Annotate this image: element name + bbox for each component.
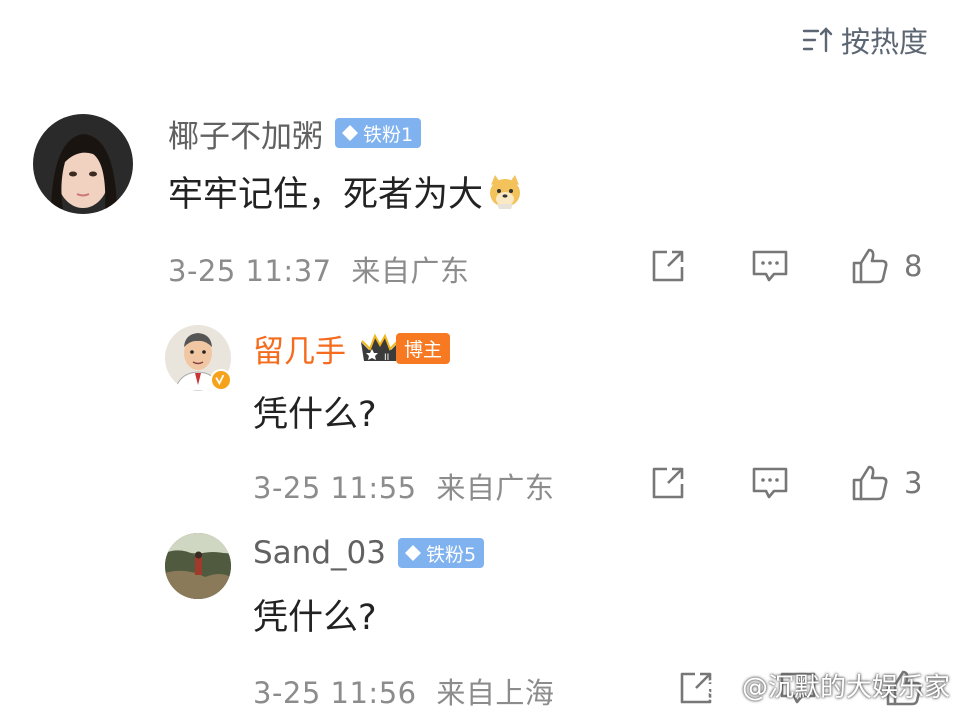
timestamp: 3-25 11:56 — [253, 676, 417, 710]
username[interactable]: Sand_03 — [253, 535, 386, 571]
fan-badge[interactable]: 铁粉5 — [397, 538, 485, 568]
like-button[interactable]: 3 — [850, 463, 922, 503]
timestamp: 3-25 11:37 — [168, 254, 332, 288]
avatar[interactable] — [165, 533, 231, 599]
share-icon — [652, 250, 684, 282]
diamond-icon — [404, 545, 421, 561]
comment-text: 凭什么? — [253, 597, 377, 638]
reply-button[interactable] — [750, 463, 790, 503]
doge-emoji-icon — [490, 175, 521, 209]
diamond-icon — [342, 125, 358, 141]
comment-meta: 3-25 11:56 来自上海 — [253, 670, 554, 712]
comment-text: 凭什么? — [253, 394, 377, 435]
thumbs-up-icon — [852, 465, 888, 501]
share-button[interactable] — [648, 463, 688, 503]
location: 来自上海 — [436, 676, 555, 710]
location: 来自广东 — [436, 471, 555, 505]
host-badge[interactable]: II 博主 — [358, 332, 451, 364]
comment-icon — [752, 250, 788, 282]
timestamp: 3-25 11:55 — [253, 471, 417, 505]
share-icon — [652, 467, 684, 499]
fan-badge[interactable]: 铁粉1 — [335, 118, 422, 148]
comment-meta: 3-25 11:37 来自广东 — [168, 248, 469, 290]
like-button[interactable]: 8 — [850, 246, 922, 286]
sort-icon — [802, 27, 833, 53]
avatar[interactable] — [33, 114, 133, 214]
verified-badge-icon — [210, 369, 232, 391]
username[interactable]: 椰子不加粥 — [168, 111, 323, 156]
like-count: 3 — [904, 466, 923, 500]
like-count: 8 — [904, 249, 923, 283]
sort-by-heat-button[interactable]: 按热度 — [801, 22, 928, 59]
comment-meta: 3-25 11:55 来自广东 — [253, 465, 554, 507]
weibo-logo-icon — [698, 673, 734, 700]
comment-text: 牢牢记住，死者为大 — [168, 166, 525, 216]
reply-button[interactable] — [750, 246, 790, 286]
comment-icon — [752, 467, 788, 499]
watermark: @沉默的大娱乐家 — [698, 667, 950, 704]
crown-level: II — [384, 353, 389, 363]
location: 来自广东 — [351, 254, 470, 288]
sort-label: 按热度 — [840, 25, 928, 59]
share-button[interactable] — [648, 246, 688, 286]
username[interactable]: 留几手 — [253, 326, 346, 371]
thumbs-up-icon — [852, 248, 888, 284]
